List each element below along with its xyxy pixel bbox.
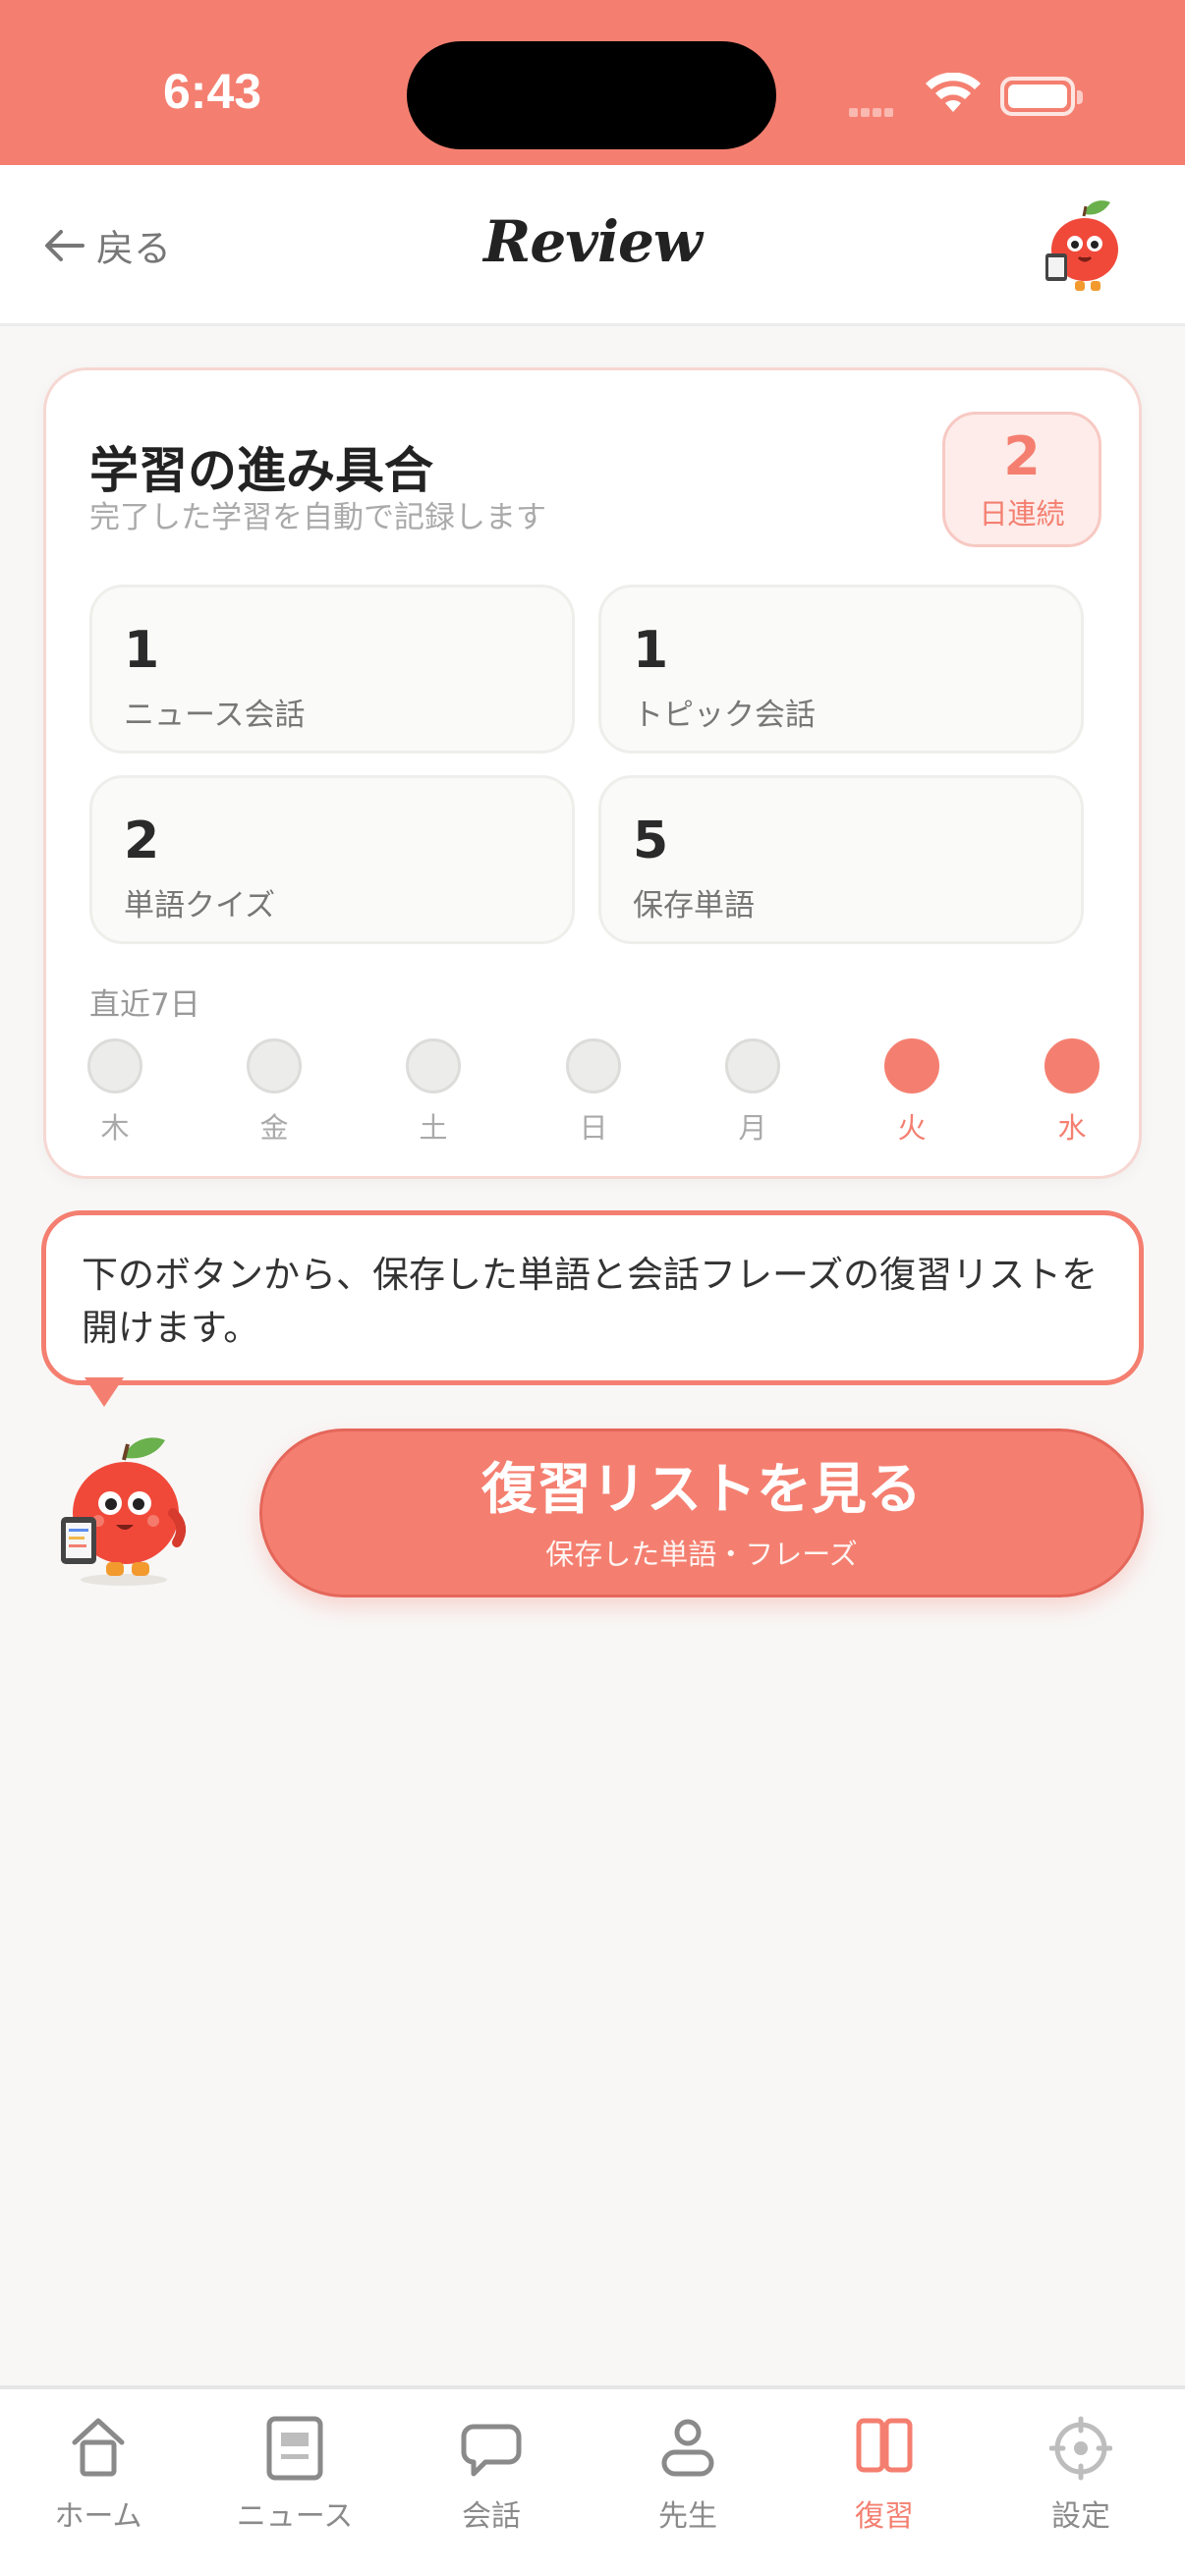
- tab-label: 設定: [1051, 2499, 1110, 2534]
- progress-subtitle: 完了した学習を自動で記録します: [89, 500, 546, 535]
- teacher-icon: [661, 2419, 714, 2477]
- streak-count: 2: [1003, 425, 1041, 487]
- streak-badge: 2 日連続: [942, 412, 1101, 547]
- recent-days-label: 直近7日: [89, 987, 200, 1023]
- day-thursday: 木: [87, 1038, 142, 1147]
- apple-mascot-icon: [61, 1437, 187, 1586]
- day-sunday: 日: [566, 1038, 621, 1147]
- day-dot: [725, 1038, 780, 1093]
- day-friday: 金: [247, 1038, 302, 1147]
- day-label: 木: [100, 1111, 130, 1145]
- mascot-speech-bubble: 下のボタンから、保存した単語と会話フレーズの復習リストを開けます。: [41, 1210, 1144, 1385]
- day-label: 金: [259, 1111, 289, 1145]
- tab-label: ニュース: [236, 2499, 354, 2534]
- day-tuesday: 火: [884, 1038, 939, 1147]
- tab-label: 会話: [462, 2499, 521, 2534]
- cta-label: 復習リストを見る: [481, 1458, 922, 1522]
- chat-icon: [461, 2424, 522, 2477]
- day-label: 火: [897, 1111, 927, 1145]
- stat-word-quiz: 2 単語クイズ: [89, 775, 575, 944]
- day-dot: [87, 1038, 142, 1093]
- cta-sublabel: 保存した単語・フレーズ: [545, 1538, 858, 1571]
- tab-teacher[interactable]: 先生: [590, 2413, 786, 2535]
- stat-label: ニュース会話: [124, 698, 306, 733]
- tab-news[interactable]: ニュース: [197, 2413, 393, 2535]
- home-icon: [72, 2418, 125, 2477]
- day-label: 土: [419, 1111, 448, 1145]
- tab-label: ホーム: [54, 2499, 142, 2534]
- stat-label: 単語クイズ: [124, 888, 276, 924]
- stat-news-conversation: 1 ニュース会話: [89, 585, 575, 754]
- settings-icon: [1049, 2416, 1112, 2481]
- day-label: 月: [738, 1111, 767, 1145]
- tab-home[interactable]: ホーム: [0, 2413, 197, 2535]
- day-dot: [566, 1038, 621, 1093]
- news-icon: [266, 2416, 323, 2481]
- tab-conversation[interactable]: 会話: [393, 2413, 590, 2535]
- stat-topic-conversation: 1 トピック会話: [598, 585, 1084, 754]
- stat-value: 1: [633, 621, 669, 680]
- tab-bar: ホーム ニュース 会話 先生 復習 設定: [0, 2385, 1185, 2576]
- review-icon: [856, 2418, 913, 2473]
- status-time: 6:43: [163, 64, 262, 119]
- streak-label: 日連続: [979, 497, 1065, 531]
- page-title: Review: [483, 208, 703, 275]
- stat-label: 保存単語: [633, 888, 755, 924]
- recent-days-tracker: 木 金 土 日 月 火 水: [87, 1038, 1100, 1147]
- progress-card: 学習の進み具合 完了した学習を自動で記録します 2 日連続 1 ニュース会話 1…: [43, 367, 1142, 1179]
- day-label: 日: [579, 1111, 608, 1145]
- tab-settings[interactable]: 設定: [983, 2413, 1179, 2535]
- dynamic-island: [407, 41, 776, 149]
- battery-icon: [1000, 77, 1083, 116]
- tab-label: 先生: [658, 2499, 717, 2534]
- day-dot: [1044, 1038, 1100, 1093]
- apple-mascot-icon: [1045, 200, 1118, 291]
- nav-bar: 戻る Review: [0, 165, 1185, 326]
- day-dot: [406, 1038, 461, 1093]
- day-saturday: 土: [406, 1038, 461, 1147]
- day-label: 水: [1057, 1111, 1087, 1145]
- day-monday: 月: [725, 1038, 780, 1147]
- speech-bubble-tail: [85, 1377, 124, 1407]
- open-review-list-button[interactable]: 復習リストを見る 保存した単語・フレーズ: [259, 1428, 1144, 1597]
- stat-label: トピック会話: [633, 698, 816, 733]
- wifi-icon: [926, 73, 981, 112]
- tab-review[interactable]: 復習: [786, 2413, 983, 2535]
- stat-value: 2: [124, 812, 160, 870]
- day-dot: [247, 1038, 302, 1093]
- stat-value: 1: [124, 621, 160, 680]
- cellular-signal-icon: [849, 102, 896, 121]
- stat-saved-words: 5 保存単語: [598, 775, 1084, 944]
- tab-label: 復習: [855, 2499, 914, 2534]
- day-wednesday: 水: [1044, 1038, 1100, 1147]
- status-bar: 6:43: [0, 0, 1185, 165]
- stat-value: 5: [633, 812, 669, 870]
- day-dot: [884, 1038, 939, 1093]
